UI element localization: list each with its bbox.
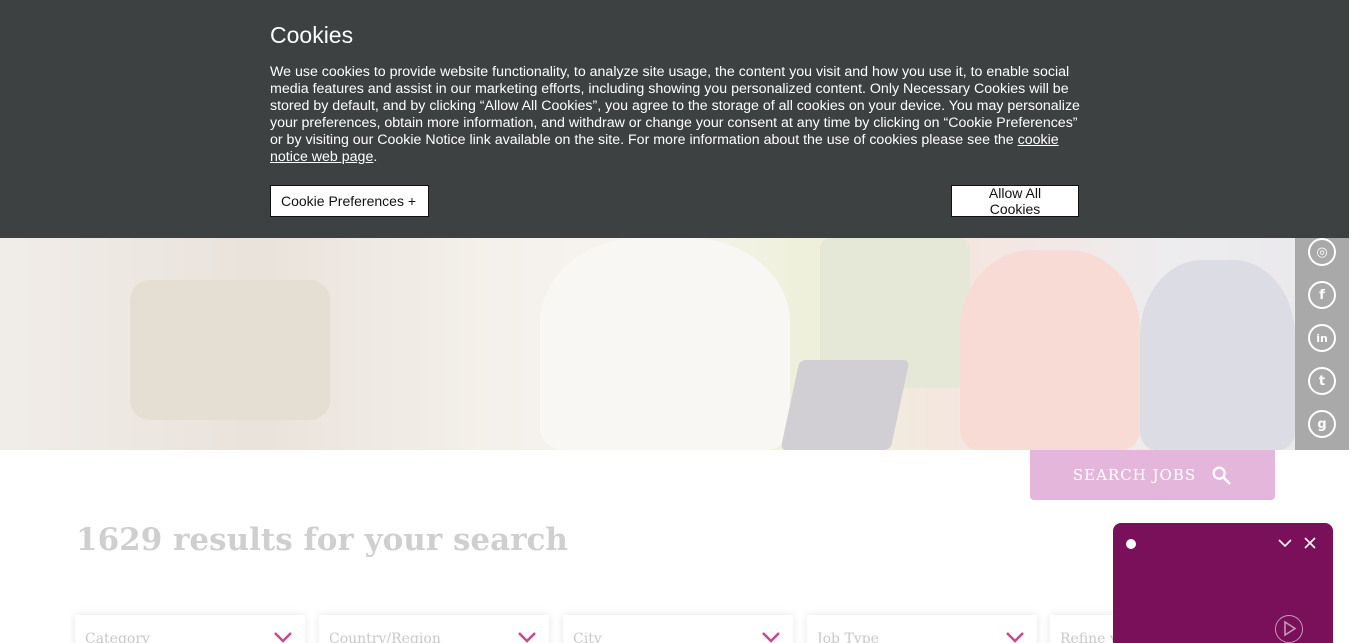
filter-category[interactable]: Category — [75, 615, 305, 643]
filter-label: Country/Region — [329, 631, 441, 643]
results-count-title: 1629 results for your search — [76, 522, 568, 558]
linkedin-icon[interactable]: in — [1308, 324, 1336, 352]
facebook-icon[interactable]: f — [1308, 281, 1336, 309]
twitter-icon[interactable]: t — [1308, 367, 1336, 395]
filter-city[interactable]: City — [563, 615, 793, 643]
search-jobs-button[interactable]: SEARCH JOBS — [1030, 450, 1275, 500]
chevron-down-icon — [762, 632, 780, 643]
filter-label: City — [573, 631, 602, 643]
cookie-banner-title: Cookies — [270, 22, 354, 48]
cookie-preferences-button[interactable]: Cookie Preferences + — [270, 185, 429, 217]
filter-job-type[interactable]: Job Type — [807, 615, 1037, 643]
filters-row: Category Country/Region City Job Type Re… — [75, 615, 1295, 643]
search-jobs-label: SEARCH JOBS — [1072, 466, 1197, 484]
search-icon — [1212, 466, 1231, 485]
filter-label: Category — [85, 631, 150, 643]
close-icon[interactable] — [1302, 535, 1318, 551]
play-icon[interactable] — [1275, 615, 1303, 643]
cookie-banner: Cookies We use cookies to provide websit… — [0, 0, 1349, 238]
chevron-down-icon — [1006, 632, 1024, 643]
filter-label: Refine y — [1060, 631, 1118, 643]
instagram-icon[interactable]: ◎ — [1308, 238, 1336, 266]
chat-status-dot — [1126, 539, 1136, 549]
glassdoor-icon[interactable]: g — [1308, 410, 1336, 438]
chevron-down-icon — [274, 632, 292, 643]
chevron-down-icon — [518, 632, 536, 643]
filter-country-region[interactable]: Country/Region — [319, 615, 549, 643]
minimize-icon[interactable] — [1277, 535, 1293, 551]
cookie-text: We use cookies to provide website functi… — [270, 64, 1080, 148]
cookie-text-end: . — [373, 149, 378, 165]
chat-widget[interactable] — [1113, 523, 1333, 643]
cookie-banner-text: We use cookies to provide website functi… — [270, 64, 1082, 166]
allow-all-cookies-button[interactable]: Allow All Cookies — [951, 185, 1079, 217]
filter-label: Job Type — [817, 631, 879, 643]
